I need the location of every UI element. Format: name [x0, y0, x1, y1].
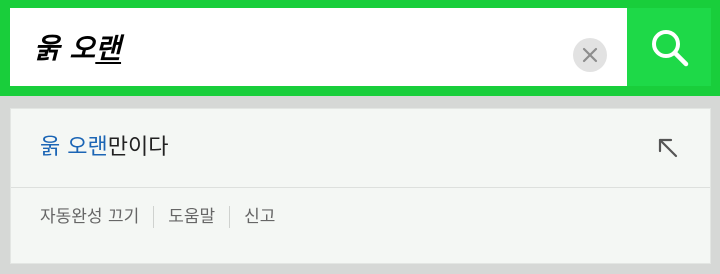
clear-x-icon — [582, 47, 598, 63]
autocomplete-off-link[interactable]: 자동완성 끄기 — [40, 204, 139, 230]
suggestion-text: 욹 오랜만이다 — [40, 133, 168, 163]
clear-button[interactable] — [573, 38, 607, 72]
suggestion-item[interactable]: 욹 오랜만이다 — [11, 109, 710, 187]
search-button[interactable] — [627, 8, 711, 86]
divider — [229, 206, 231, 228]
search-input-box[interactable]: 욹 오랜 — [10, 8, 627, 86]
report-link[interactable]: 신고 — [244, 204, 275, 230]
suggestion-rest: 만이다 — [107, 135, 169, 160]
search-query-composing: 랜 — [95, 32, 122, 65]
divider — [11, 187, 710, 188]
search-page: 욹 오랜 욹 오랜만이다 자동완성 끄기 도움말 신고 — [0, 0, 720, 274]
suggestion-match: 욹 오랜 — [40, 135, 108, 160]
search-query-text: 욹 오 — [34, 32, 96, 65]
autocomplete-panel: 욹 오랜만이다 자동완성 끄기 도움말 신고 — [10, 108, 711, 264]
help-link[interactable]: 도움말 — [168, 204, 215, 230]
autocomplete-footer: 자동완성 끄기 도움말 신고 — [40, 204, 275, 230]
divider — [153, 206, 155, 228]
search-input[interactable]: 욹 오랜 — [34, 26, 121, 72]
magnifier-icon — [652, 30, 689, 67]
arrow-up-left-icon[interactable] — [655, 135, 681, 161]
search-header: 욹 오랜 — [0, 0, 720, 96]
